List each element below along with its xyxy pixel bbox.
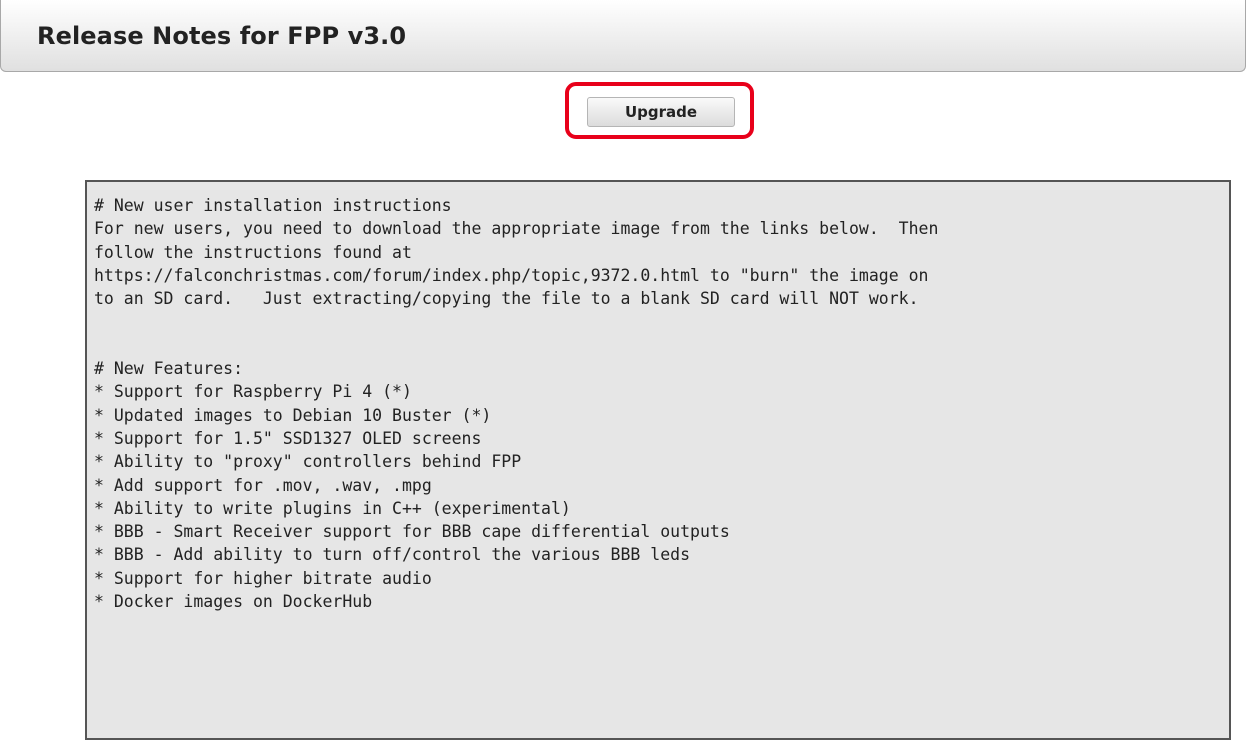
note-line: * Ability to write plugins in C++ (exper… — [94, 498, 571, 518]
release-notes-header: Release Notes for FPP v3.0 — [0, 0, 1246, 72]
note-line: * Support for 1.5" SSD1327 OLED screens — [94, 428, 482, 448]
note-line: # New Features: — [94, 359, 244, 379]
note-line: * BBB - Smart Receiver support for BBB c… — [94, 522, 730, 542]
note-line: https://falconchristmas.com/forum/index.… — [94, 265, 929, 285]
note-line — [94, 310, 938, 333]
note-line: * Ability to "proxy" controllers behind … — [94, 452, 522, 472]
note-line: * Docker images on DockerHub — [94, 592, 373, 612]
release-notes-text: # New user installation instructions For… — [94, 194, 938, 613]
note-line: to an SD card. Just extracting/copying t… — [94, 289, 919, 309]
note-line: follow the instructions found at — [94, 242, 412, 262]
note-line: * Updated images to Debian 10 Buster (*) — [94, 405, 492, 425]
note-line: # New user installation instructions — [94, 196, 452, 215]
note-line — [94, 334, 938, 357]
note-line: For new users, you need to download the … — [94, 219, 939, 239]
note-line: * BBB - Add ability to turn off/control … — [94, 545, 691, 565]
note-line: * Add support for .mov, .wav, .mpg — [94, 475, 432, 495]
note-line: * Support for higher bitrate audio — [94, 568, 432, 588]
upgrade-button[interactable]: Upgrade — [587, 97, 735, 127]
page-title: Release Notes for FPP v3.0 — [37, 22, 407, 50]
release-notes-textarea[interactable]: # New user installation instructions For… — [85, 180, 1231, 740]
note-line: * Support for Raspberry Pi 4 (*) — [94, 382, 412, 402]
